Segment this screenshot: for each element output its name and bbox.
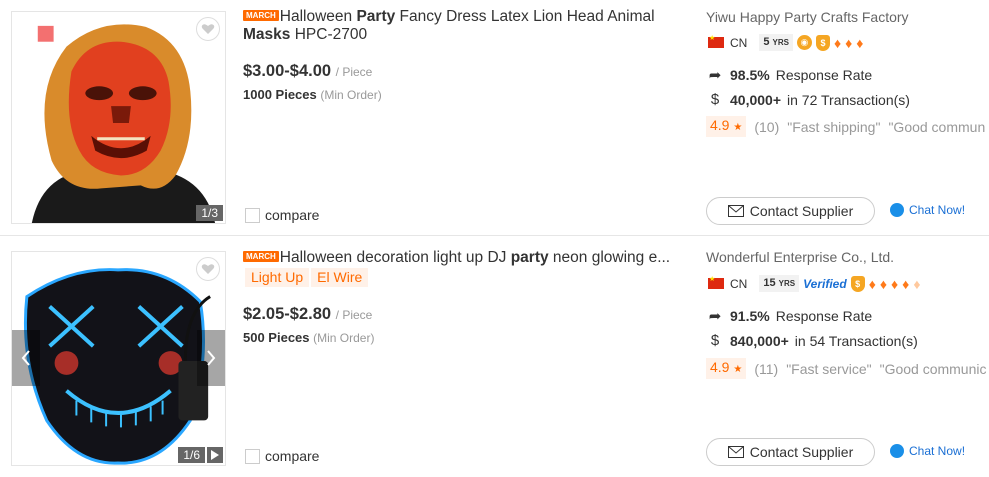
product-image[interactable]: 1/3 <box>11 11 226 224</box>
china-flag-icon <box>708 275 724 289</box>
chat-bubble-icon <box>890 203 904 217</box>
response-rate: ➦ 98.5% Response Rate <box>706 66 873 84</box>
heart-icon <box>201 264 215 274</box>
min-order: 1000 Pieces (Min Order) <box>243 87 382 102</box>
heart-icon <box>201 24 215 34</box>
chat-now-link[interactable]: Chat Now! <box>890 444 965 458</box>
rating-row: 4.9 ★ (10) "Fast shipping" "Good commun <box>706 116 985 137</box>
diamond-icon: ♦ <box>833 34 842 51</box>
response-rate: ➦ 91.5% Response Rate <box>706 307 873 325</box>
diamond-icon: ♦ <box>845 34 853 51</box>
years-badge: 15 YRS <box>759 275 800 292</box>
play-video-button[interactable] <box>207 447 223 463</box>
product-card: 1/6 MARCH Halloween decoration light up D… <box>0 241 989 477</box>
country-code: CN <box>730 35 748 50</box>
review-snippet: "Fast service" <box>786 360 872 377</box>
share-arrow-icon: ➦ <box>708 67 722 84</box>
diamond-icon: ♦ <box>868 275 876 292</box>
image-counter: 1/6 <box>178 447 205 463</box>
min-order: 500 Pieces (Min Order) <box>243 330 375 345</box>
compare-checkbox[interactable] <box>245 207 260 223</box>
product-title-link[interactable]: MARCH Halloween Party Fancy Dress Latex L… <box>243 8 693 44</box>
verified-badge[interactable]: Verified <box>803 277 847 291</box>
play-icon <box>211 450 219 460</box>
favorite-heart-button[interactable] <box>196 17 220 41</box>
chat-bubble-icon <box>890 444 904 458</box>
diamond-icon: ♦ <box>879 275 887 292</box>
product-image[interactable]: 1/6 <box>11 251 226 466</box>
diamond-icon: ♦ <box>891 275 899 292</box>
diamond-icon: ♦ <box>856 34 864 51</box>
neon-mask-photo <box>12 252 225 465</box>
price-range: $2.05-$2.80 / Piece <box>243 305 373 323</box>
envelope-icon <box>727 446 744 458</box>
review-count: (10) <box>754 118 780 135</box>
rating-badge: 4.9 ★ <box>706 116 747 137</box>
dollar-icon: $ <box>710 91 720 108</box>
review-snippet: "Fast shipping" <box>787 118 881 135</box>
dollar-icon: $ <box>710 332 720 349</box>
lion-mask-photo <box>12 12 225 223</box>
transactions: $ 40,000+ in 72 Transaction(s) <box>706 91 910 108</box>
favorite-heart-button[interactable] <box>196 257 220 281</box>
keyword-tags: Light Up El Wire <box>245 268 369 287</box>
transactions: $ 840,000+ in 54 Transaction(s) <box>706 332 918 349</box>
review-snippet: "Good commun <box>888 118 986 135</box>
supplier-name-link[interactable]: Yiwu Happy Party Crafts Factory <box>706 9 909 25</box>
price-range: $3.00-$4.00 / Piece <box>243 62 373 80</box>
rating-badge: 4.9 ★ <box>706 358 747 379</box>
years-badge: 5 YRS <box>759 34 793 51</box>
country-code: CN <box>730 276 748 291</box>
product-title-link[interactable]: MARCH Halloween decoration light up DJ pa… <box>243 249 689 267</box>
gold-supplier-icon[interactable]: $ <box>815 34 830 51</box>
china-flag-icon <box>708 34 724 48</box>
image-counter: 1/3 <box>196 205 223 221</box>
star-icon: ★ <box>733 122 743 133</box>
envelope-icon <box>727 205 744 217</box>
share-arrow-icon: ➦ <box>708 308 722 325</box>
contact-supplier-button[interactable]: Contact Supplier <box>706 438 875 466</box>
supplier-badges: CN 5 YRS ◉ $ ♦ ♦ ♦ <box>708 34 863 51</box>
compare-toggle[interactable]: compare <box>245 207 319 223</box>
review-count: (11) <box>754 360 779 377</box>
previous-image-arrow[interactable] <box>12 330 40 386</box>
image-counter-group: 1/6 <box>178 447 223 463</box>
gold-medal-icon[interactable]: ◉ <box>796 35 812 50</box>
keyword-tag[interactable]: Light Up <box>245 268 310 287</box>
star-icon: ★ <box>733 364 743 375</box>
contact-supplier-button[interactable]: Contact Supplier <box>706 197 875 225</box>
supplier-badges: CN 15 YRS Verified $ ♦ ♦ ♦ ♦ ♦ <box>708 275 920 292</box>
product-card: 1/3 MARCH Halloween Party Fancy Dress Lat… <box>0 0 989 236</box>
rating-row: 4.9 ★ (11) "Fast service" "Good communic <box>706 358 987 379</box>
chat-now-link[interactable]: Chat Now! <box>890 203 965 217</box>
review-snippet: "Good communic <box>879 360 987 377</box>
diamond-icon: ♦ <box>902 275 910 292</box>
chevron-right-icon <box>207 350 216 366</box>
compare-checkbox[interactable] <box>245 448 260 464</box>
march-promo-tag: MARCH <box>243 251 279 262</box>
chevron-left-icon <box>21 350 30 366</box>
gold-supplier-icon[interactable]: $ <box>850 275 865 292</box>
next-image-arrow[interactable] <box>197 330 225 386</box>
keyword-tag[interactable]: El Wire <box>311 268 369 287</box>
march-promo-tag: MARCH <box>243 10 279 21</box>
half-diamond-icon: ♦ <box>913 275 921 292</box>
supplier-name-link[interactable]: Wonderful Enterprise Co., Ltd. <box>706 249 894 265</box>
compare-toggle[interactable]: compare <box>245 448 319 464</box>
